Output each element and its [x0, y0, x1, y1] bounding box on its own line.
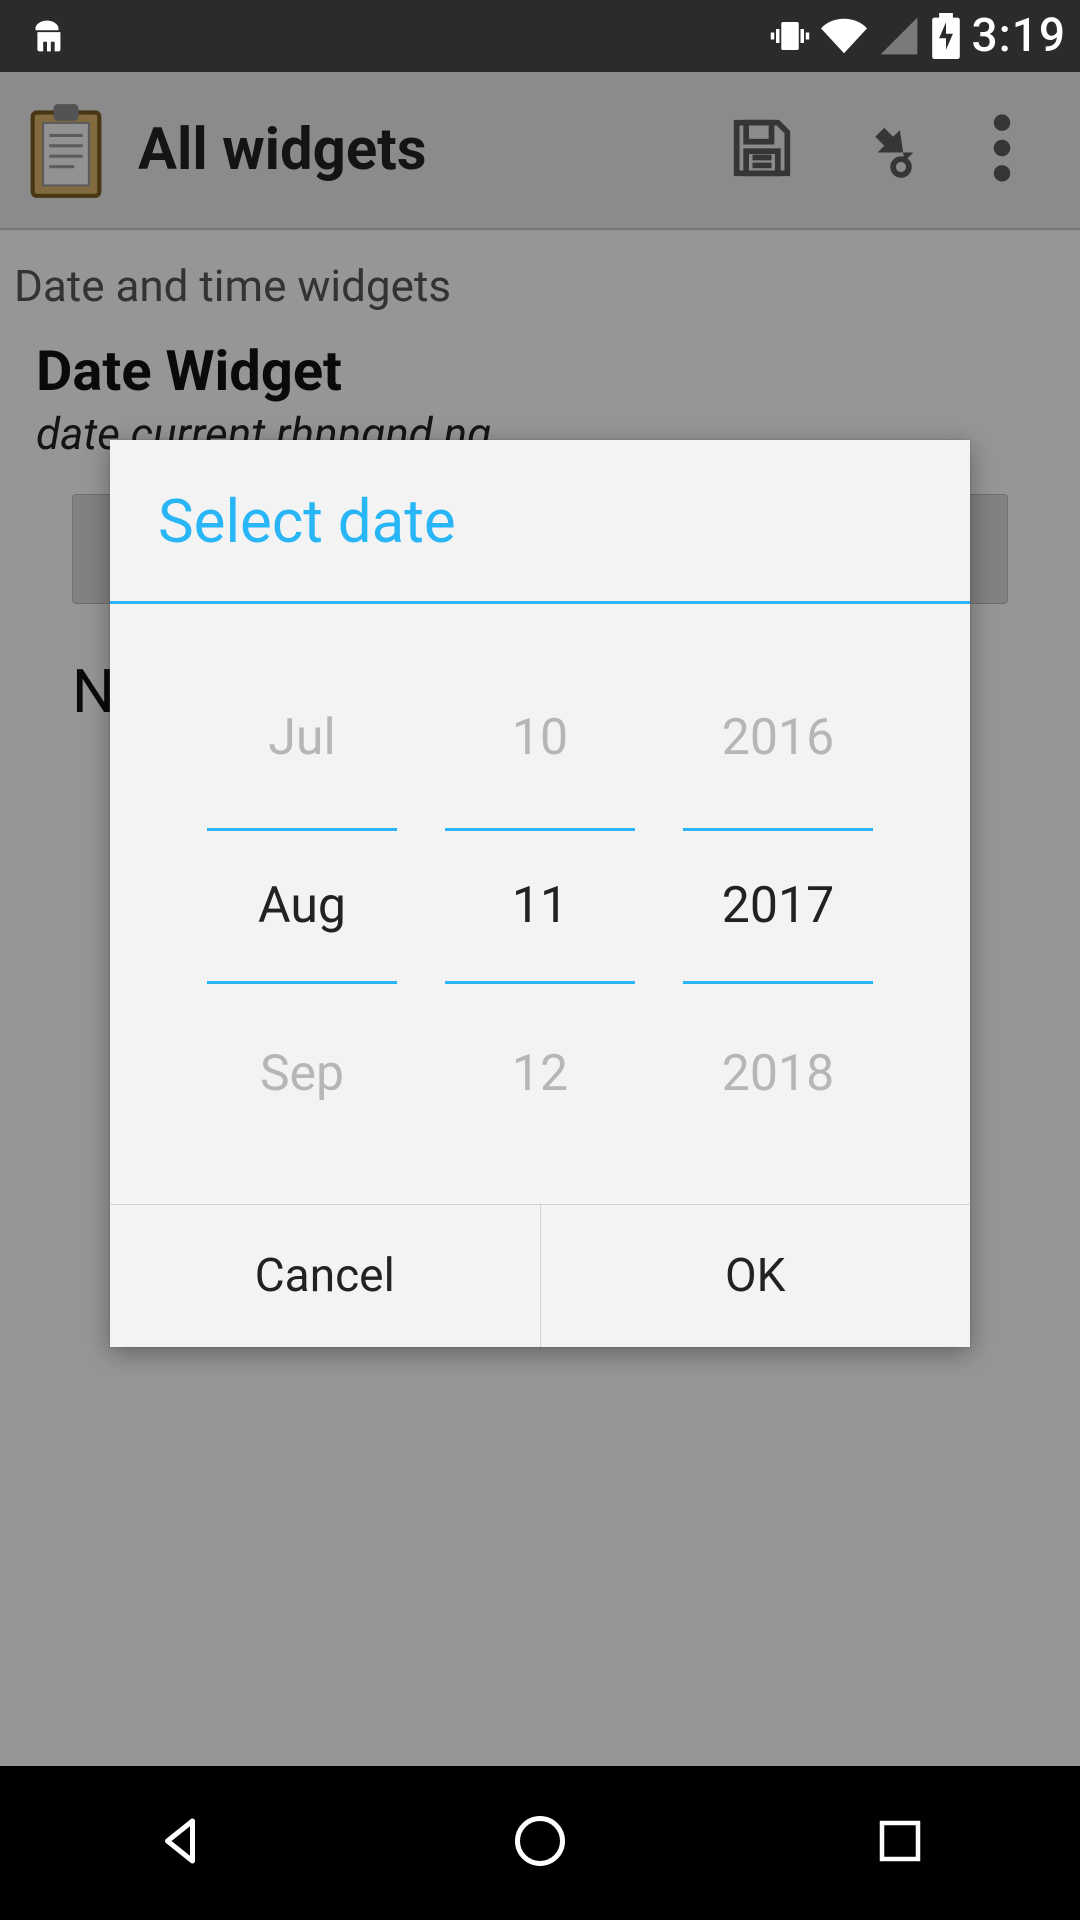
year-picker[interactable]: 2016 2017 2018	[683, 648, 873, 1164]
month-next[interactable]: Sep	[207, 984, 397, 1164]
day-prev[interactable]: 10	[445, 648, 635, 828]
day-next[interactable]: 12	[445, 984, 635, 1164]
recents-square-icon	[873, 1814, 927, 1872]
status-clock: 3:19	[971, 9, 1066, 63]
date-picker-dialog: Select date Jul Aug Sep 10 11 12 2016 20…	[110, 440, 970, 1347]
status-bar: 3:19	[0, 0, 1080, 72]
day-picker[interactable]: 10 11 12	[445, 648, 635, 1164]
year-selected[interactable]: 2017	[683, 828, 873, 984]
month-picker[interactable]: Jul Aug Sep	[207, 648, 397, 1164]
date-picker: Jul Aug Sep 10 11 12 2016 2017 2018	[110, 604, 970, 1204]
navigation-bar	[0, 1766, 1080, 1920]
dialog-button-row: Cancel OK	[110, 1204, 970, 1347]
day-selected[interactable]: 11	[445, 828, 635, 984]
year-next[interactable]: 2018	[683, 984, 873, 1164]
status-right: 3:19	[769, 9, 1066, 63]
cellular-icon	[877, 14, 921, 58]
debug-android-icon	[24, 13, 70, 59]
status-left	[24, 13, 70, 59]
ok-button[interactable]: OK	[540, 1205, 971, 1347]
home-circle-icon	[510, 1811, 570, 1875]
month-selected[interactable]: Aug	[207, 828, 397, 984]
back-triangle-icon	[150, 1811, 210, 1875]
vibrate-icon	[769, 15, 811, 57]
dialog-title: Select date	[110, 440, 970, 604]
home-button[interactable]	[440, 1793, 640, 1893]
month-prev[interactable]: Jul	[207, 648, 397, 828]
cancel-button[interactable]: Cancel	[110, 1205, 540, 1347]
recents-button[interactable]	[800, 1793, 1000, 1893]
battery-charging-icon	[931, 13, 961, 59]
back-button[interactable]	[80, 1793, 280, 1893]
year-prev[interactable]: 2016	[683, 648, 873, 828]
wifi-icon	[821, 13, 867, 59]
screen: 3:19 All widgets	[0, 0, 1080, 1920]
